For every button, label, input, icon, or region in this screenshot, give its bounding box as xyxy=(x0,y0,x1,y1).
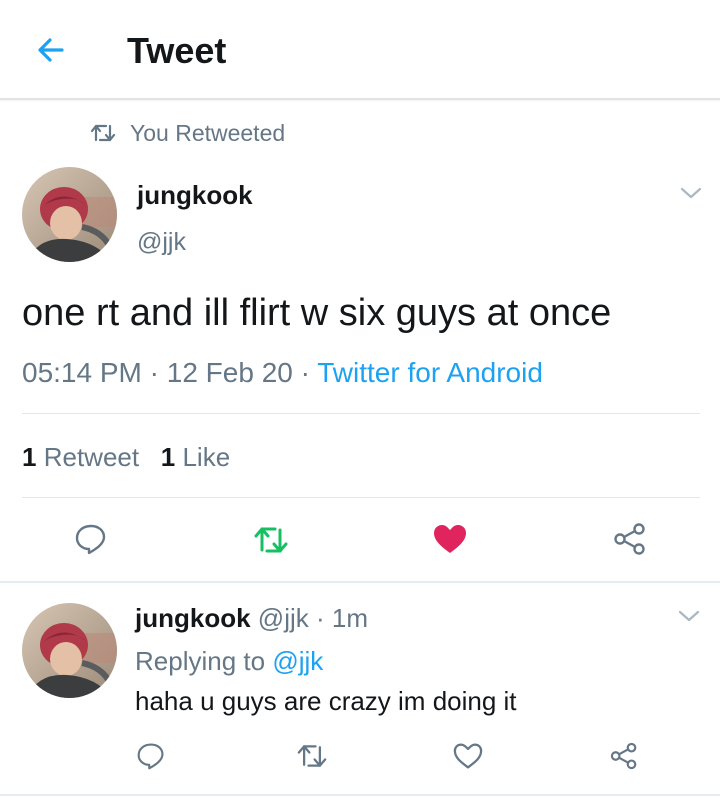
retweet-icon xyxy=(90,124,116,142)
top-app-bar: Tweet xyxy=(0,0,720,100)
retweet-context-label: You Retweeted xyxy=(130,119,286,146)
like-button[interactable] xyxy=(432,523,468,555)
like-button[interactable] xyxy=(452,742,484,770)
page-title: Tweet xyxy=(127,30,227,71)
share-icon xyxy=(614,523,645,555)
retweet-count-label: Retweet xyxy=(43,442,140,472)
reply-icon xyxy=(75,524,106,555)
separator: · xyxy=(308,603,332,633)
chevron-down-icon[interactable] xyxy=(676,603,702,629)
arrow-left-icon[interactable] xyxy=(32,31,70,69)
chevron-down-icon[interactable] xyxy=(678,180,704,206)
reply-text: haha u guys are crazy im doing it xyxy=(135,686,517,716)
divider xyxy=(22,413,700,414)
author-handle[interactable]: @jjk xyxy=(137,228,186,257)
tweet-time: 05:14 PM xyxy=(22,357,142,388)
reply-author-name[interactable]: jungkook xyxy=(135,603,251,633)
share-button[interactable] xyxy=(612,522,648,556)
like-count: 1 xyxy=(160,442,176,472)
engagement-stats: 1 Retweet 1 Like xyxy=(22,442,230,473)
retweet-count-link[interactable]: 1 Retweet xyxy=(22,442,139,472)
tweet-date: 12 Feb 20 xyxy=(166,357,293,388)
share-button[interactable] xyxy=(609,741,639,771)
avatar[interactable] xyxy=(22,167,117,262)
separator: · xyxy=(141,357,167,388)
divider xyxy=(0,794,720,796)
author-name[interactable]: jungkook xyxy=(137,180,253,211)
retweet-icon xyxy=(254,527,288,553)
reply-icon xyxy=(137,743,164,770)
reply-button[interactable] xyxy=(74,522,108,556)
replying-to-prefix: Replying to xyxy=(135,646,273,676)
reply-button[interactable] xyxy=(136,741,166,771)
share-icon xyxy=(610,742,637,770)
tweet-metadata: 05:14 PM · 12 Feb 20 · Twitter for Andro… xyxy=(22,357,543,389)
like-count-link[interactable]: 1 Like xyxy=(161,442,230,472)
retweet-button[interactable] xyxy=(253,524,289,556)
tweet-text: one rt and ill flirt w six guys at once xyxy=(22,292,612,334)
heart-icon xyxy=(453,743,483,769)
separator: · xyxy=(292,357,318,388)
retweet-button[interactable] xyxy=(296,742,328,770)
like-count-label: Like xyxy=(182,442,231,472)
avatar[interactable] xyxy=(22,603,117,698)
heart-icon xyxy=(434,525,466,553)
replying-to: Replying to @jjk xyxy=(135,646,323,677)
divider xyxy=(0,581,720,583)
tweet-source-link[interactable]: Twitter for Android xyxy=(317,357,543,388)
reply-time: 1m xyxy=(331,603,368,633)
divider xyxy=(22,497,700,498)
reply-author-handle[interactable]: @jjk xyxy=(258,603,309,633)
retweet-count: 1 xyxy=(22,442,37,472)
retweet-context: You Retweeted xyxy=(90,118,285,148)
replying-to-link[interactable]: @jjk xyxy=(272,646,323,676)
reply-header: jungkook @jjk · 1m xyxy=(135,603,368,634)
retweet-icon xyxy=(297,745,327,767)
